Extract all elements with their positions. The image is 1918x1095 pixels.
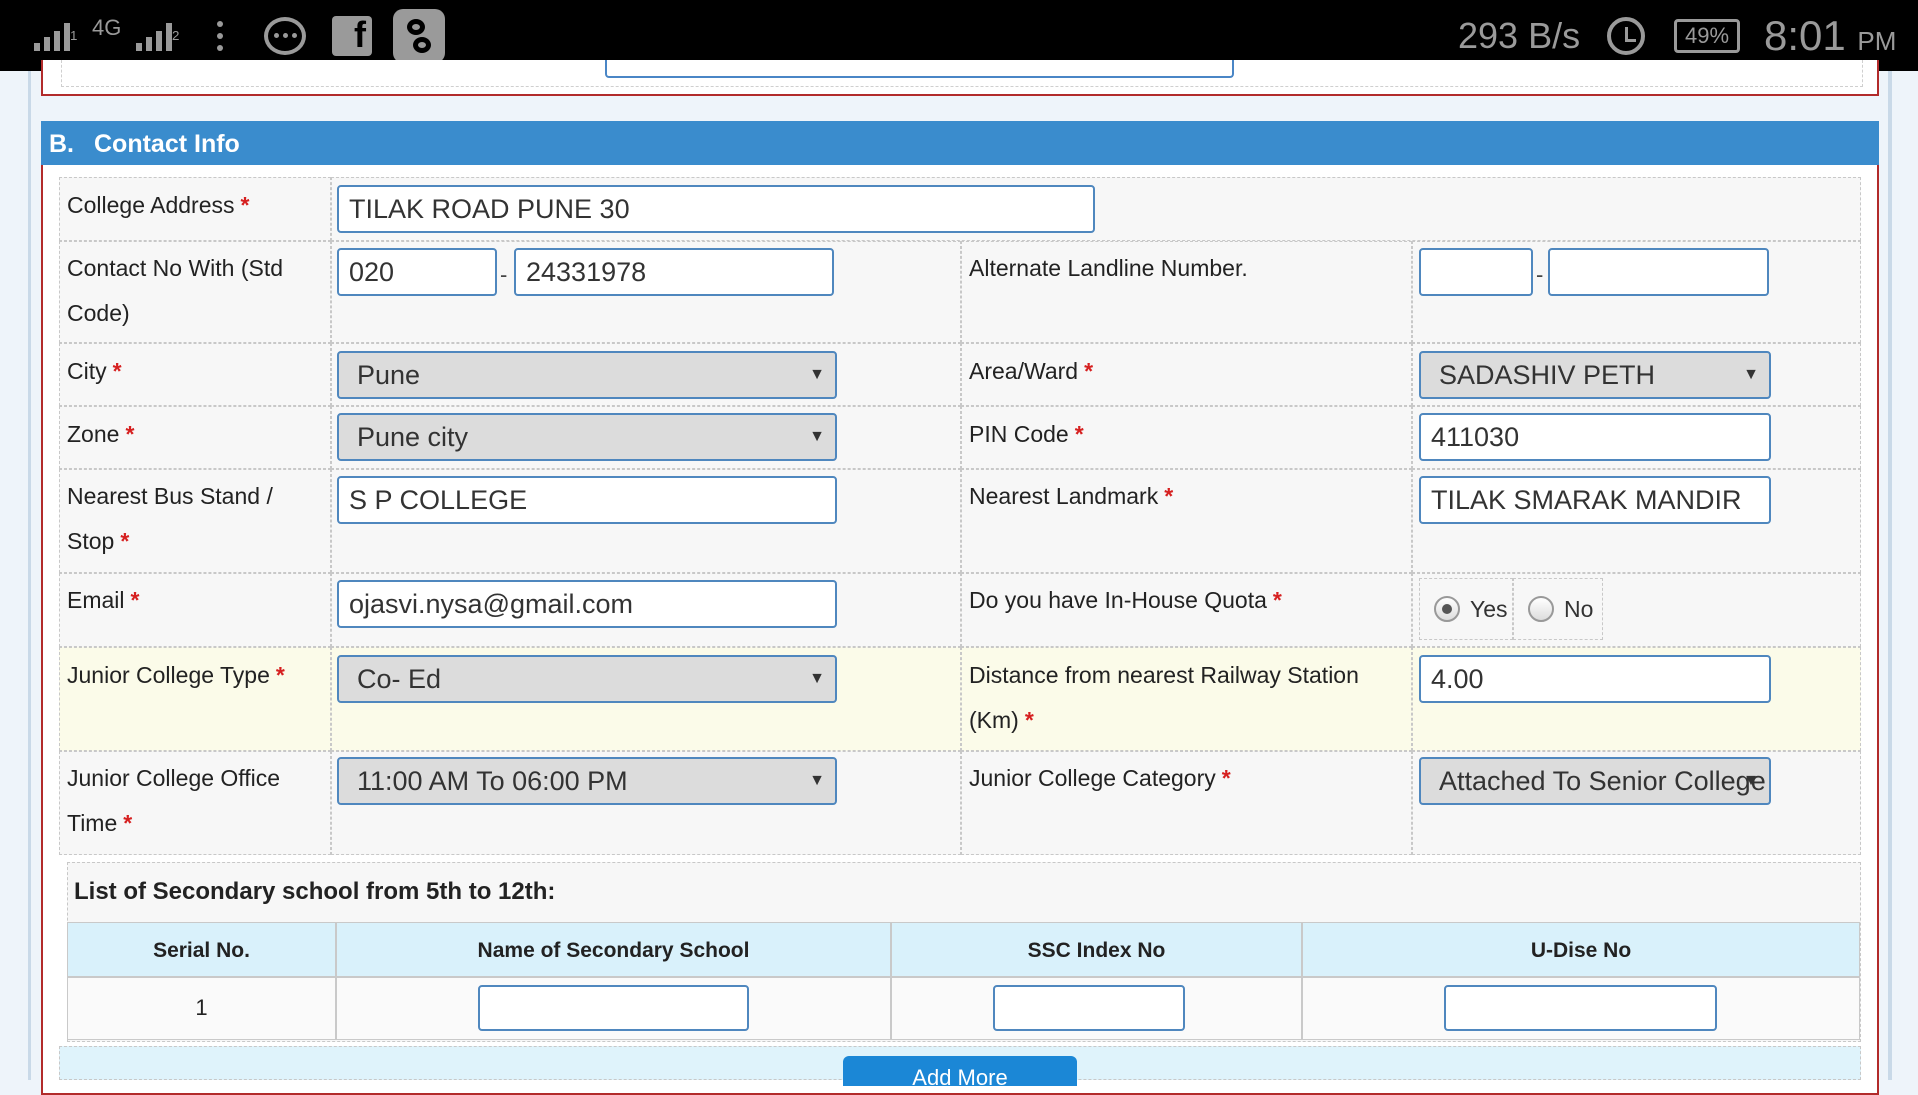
radio-checked-icon[interactable] <box>1434 596 1460 622</box>
alternate-std-code-input[interactable] <box>1419 248 1533 296</box>
chevron-down-icon: ▼ <box>1743 366 1759 383</box>
city-label: City * <box>67 358 122 384</box>
area-ward-label: Area/Ward * <box>969 358 1094 384</box>
quota-label: Do you have In-House Quota * <box>969 587 1282 613</box>
alternate-number-input[interactable] <box>1548 248 1769 296</box>
quota-no-option[interactable]: No <box>1513 578 1603 640</box>
add-more-button[interactable]: Add More <box>843 1056 1077 1086</box>
radio-unchecked-icon[interactable] <box>1528 596 1554 622</box>
column-header-udise: U-Dise No <box>1302 922 1860 977</box>
landmark-input[interactable]: TILAK SMARAK MANDIR <box>1419 476 1771 524</box>
section-title: Contact Info <box>94 130 240 158</box>
contact-separator: - <box>500 262 508 287</box>
city-select[interactable]: Pune ▼ <box>337 351 837 399</box>
zone-select[interactable]: Pune city ▼ <box>337 413 837 461</box>
chevron-down-icon: ▼ <box>809 772 825 789</box>
college-type-label: Junior College Type * <box>67 662 285 688</box>
alternate-separator: - <box>1536 262 1544 287</box>
college-type-select[interactable]: Co- Ed ▼ <box>337 655 837 703</box>
udise-input[interactable] <box>1444 985 1717 1031</box>
pin-code-input[interactable]: 411030 <box>1419 413 1771 461</box>
column-header-serial: Serial No. <box>67 922 336 977</box>
bus-stand-label: Nearest Bus Stand / Stop * <box>67 483 273 554</box>
pin-code-label: PIN Code * <box>969 421 1084 447</box>
landmark-label: Nearest Landmark * <box>969 483 1174 509</box>
contact-no-label: Contact No With (Std Code) <box>67 255 284 326</box>
college-address-label: College Address * <box>67 192 250 218</box>
distance-input[interactable]: 4.00 <box>1419 655 1771 703</box>
office-time-label: Junior College Office Time * <box>67 765 281 836</box>
chevron-down-icon: ▼ <box>809 428 825 445</box>
zone-label: Zone * <box>67 421 135 447</box>
page-right-border <box>1888 71 1892 1080</box>
email-input[interactable]: ojasvi.nysa@gmail.com <box>337 580 837 628</box>
column-header-school-name: Name of Secondary School <box>336 922 891 977</box>
chevron-down-icon: ▼ <box>809 366 825 383</box>
college-category-select[interactable]: Attached To Senior College ▼ <box>1419 757 1771 805</box>
distance-label: Distance from nearest Railway Station (Km… <box>969 662 1359 733</box>
secondary-school-list-title: List of Secondary school from 5th to 12t… <box>74 878 556 905</box>
chevron-down-icon: ▼ <box>809 670 825 687</box>
contact-number-input[interactable]: 24331978 <box>514 248 834 296</box>
bus-stand-input[interactable]: S P COLLEGE <box>337 476 837 524</box>
column-header-ssc-index: SSC Index No <box>891 922 1302 977</box>
network-type-label: 4G <box>92 14 122 40</box>
section-header-contact-info: B. Contact Info <box>41 121 1879 165</box>
email-label: Email * <box>67 587 140 613</box>
quota-yes-option[interactable]: Yes <box>1419 578 1513 640</box>
school-name-input[interactable] <box>478 985 749 1031</box>
chevron-down-icon: ▼ <box>1743 772 1759 789</box>
ssc-index-input[interactable] <box>993 985 1185 1031</box>
office-time-select[interactable]: 11:00 AM To 06:00 PM ▼ <box>337 757 837 805</box>
area-ward-select[interactable]: SADASHIV PETH ▼ <box>1419 351 1771 399</box>
previous-section-input[interactable] <box>605 60 1234 78</box>
contact-std-code-input[interactable]: 020 <box>337 248 497 296</box>
college-address-input[interactable]: TILAK ROAD PUNE 30 <box>337 185 1095 233</box>
table-row-serial: 1 <box>67 977 336 1040</box>
college-category-label: Junior College Category * <box>969 765 1231 791</box>
page-left-border <box>28 71 31 1080</box>
alternate-landline-label: Alternate Landline Number. <box>969 255 1248 281</box>
section-number: B. <box>49 130 74 158</box>
